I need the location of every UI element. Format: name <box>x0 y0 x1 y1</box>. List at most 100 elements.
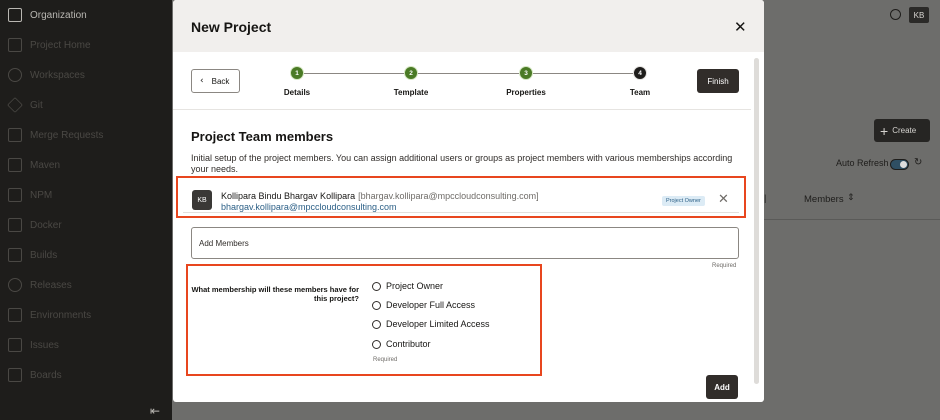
new-project-dialog: New Project ✕ ‹ Back 1 2 3 4 Details Tem… <box>173 0 764 402</box>
sidebar: Organization Project Home Workspaces Git… <box>0 0 172 420</box>
step-2-indicator[interactable]: 2 <box>404 66 418 80</box>
person-icon <box>8 68 22 82</box>
member-name: Kollipara Bindu Bhargav Kollipara <box>221 191 356 201</box>
remove-member-icon[interactable]: ✕ <box>718 192 729 207</box>
sidebar-item-npm[interactable]: NPM <box>0 180 172 210</box>
radio-label: Contributor <box>386 339 431 349</box>
sidebar-item-releases[interactable]: Releases <box>0 270 172 300</box>
docker-icon <box>8 218 22 232</box>
radio-developer-limited-access[interactable]: Developer Limited Access <box>372 319 490 329</box>
sidebar-item-label: Issues <box>30 339 59 351</box>
step-3-indicator[interactable]: 3 <box>519 66 533 80</box>
radio-label: Developer Limited Access <box>386 319 490 329</box>
step-details-label[interactable]: Details <box>284 88 310 97</box>
sidebar-item-label: Merge Requests <box>30 129 104 141</box>
scroll-thumb[interactable] <box>754 58 759 384</box>
step-properties-label[interactable]: Properties <box>506 88 546 97</box>
radio-circle[interactable] <box>372 319 381 329</box>
radio-developer-full-access[interactable]: Developer Full Access <box>372 300 475 310</box>
chevron-left-icon: ‹ <box>200 76 204 86</box>
auto-refresh-label: Auto Refresh <box>836 158 889 168</box>
maven-icon <box>8 158 22 172</box>
sidebar-item-label: Maven <box>30 159 61 171</box>
sidebar-item-label: Project Home <box>30 39 91 51</box>
radio-circle[interactable] <box>372 339 381 349</box>
step-template-label[interactable]: Template <box>394 88 429 97</box>
npm-icon <box>8 188 22 202</box>
train-connector <box>299 73 643 74</box>
sidebar-item-label: Git <box>30 99 43 111</box>
sidebar-item-issues[interactable]: Issues <box>0 330 172 360</box>
building-icon <box>8 8 22 22</box>
feedback-icon[interactable] <box>890 9 901 20</box>
back-button[interactable]: ‹ Back <box>191 69 240 93</box>
sidebar-item-label: Releases <box>30 279 72 291</box>
section-title: Project Team members <box>191 129 334 144</box>
sidebar-item-label: Environments <box>30 309 92 321</box>
radio-circle[interactable] <box>372 300 381 310</box>
merge-icon <box>8 128 22 142</box>
radio-circle[interactable] <box>372 281 381 291</box>
back-button-label: Back <box>211 76 230 86</box>
sidebar-item-label: Docker <box>30 219 62 231</box>
sidebar-item-workspaces[interactable]: Workspaces <box>0 60 172 90</box>
home-icon <box>8 38 22 52</box>
column-header-members[interactable]: Members <box>804 194 844 205</box>
sidebar-item-organization[interactable]: Organization <box>0 0 172 30</box>
finish-button[interactable]: Finish <box>697 69 739 93</box>
dialog-scrollbar[interactable] <box>754 58 759 384</box>
sidebar-item-project-home[interactable]: Project Home <box>0 30 172 60</box>
radio-project-owner[interactable]: Project Owner <box>372 281 443 291</box>
create-button-label: Create <box>892 126 917 135</box>
builds-icon <box>8 248 22 262</box>
member-email-link[interactable]: bhargav.kollipara@mpccloudconsulting.com <box>221 202 397 212</box>
sidebar-item-maven[interactable]: Maven <box>0 150 172 180</box>
project-owner-badge: Project Owner <box>662 196 705 206</box>
releases-icon <box>8 278 22 292</box>
steps-divider <box>173 109 751 110</box>
environments-icon <box>8 308 22 322</box>
sort-icon[interactable]: ⇕ <box>847 193 855 203</box>
sidebar-item-label: Boards <box>30 369 62 381</box>
boards-icon <box>8 368 22 382</box>
close-icon[interactable]: ✕ <box>734 18 747 36</box>
git-icon <box>7 97 23 113</box>
radio-label: Developer Full Access <box>386 300 476 310</box>
auto-refresh-toggle[interactable] <box>890 159 909 170</box>
user-avatar[interactable]: KB <box>909 7 929 23</box>
add-members-input[interactable] <box>191 227 739 259</box>
membership-question: What membership will these members have … <box>191 285 359 303</box>
sidebar-item-environments[interactable]: Environments <box>0 300 172 330</box>
step-team-label[interactable]: Team <box>630 88 650 97</box>
sidebar-item-label: Workspaces <box>30 69 85 81</box>
refresh-icon[interactable]: ↻ <box>914 157 922 168</box>
table-header-divider <box>764 219 940 220</box>
section-description: Initial setup of the project members. Yo… <box>191 153 733 174</box>
column-header-fragment: | <box>764 193 767 203</box>
sidebar-item-builds[interactable]: Builds <box>0 240 172 270</box>
radio-label: Project Owner <box>386 281 444 291</box>
sidebar-item-label: NPM <box>30 189 53 201</box>
add-button[interactable]: Add <box>706 375 738 399</box>
radio-contributor[interactable]: Contributor <box>372 339 431 349</box>
create-button[interactable]: + Create <box>874 119 930 142</box>
sidebar-item-label: Organization <box>30 9 87 21</box>
required-hint: Required <box>373 357 398 363</box>
required-hint: Required <box>712 263 737 269</box>
step-1-indicator[interactable]: 1 <box>290 66 304 80</box>
member-email-bracketed: [bhargav.kollipara@mpccloudconsulting.co… <box>358 191 539 201</box>
plus-icon: + <box>880 122 889 139</box>
dialog-header: New Project ✕ <box>173 0 764 52</box>
sidebar-item-boards[interactable]: Boards <box>0 360 172 390</box>
dialog-title: New Project <box>191 19 272 35</box>
collapse-sidebar-icon[interactable]: ⇤ <box>150 404 160 418</box>
member-card: KB Kollipara Bindu Bhargav Kollipara [bha… <box>183 184 739 213</box>
sidebar-item-merge-requests[interactable]: Merge Requests <box>0 120 172 150</box>
sidebar-item-git[interactable]: Git <box>0 90 172 120</box>
member-name-row: Kollipara Bindu Bhargav Kollipara [bharga… <box>221 191 539 201</box>
sidebar-item-docker[interactable]: Docker <box>0 210 172 240</box>
sidebar-item-label: Builds <box>30 249 58 261</box>
step-4-indicator[interactable]: 4 <box>633 66 647 80</box>
member-avatar: KB <box>192 190 212 210</box>
issues-icon <box>8 338 22 352</box>
